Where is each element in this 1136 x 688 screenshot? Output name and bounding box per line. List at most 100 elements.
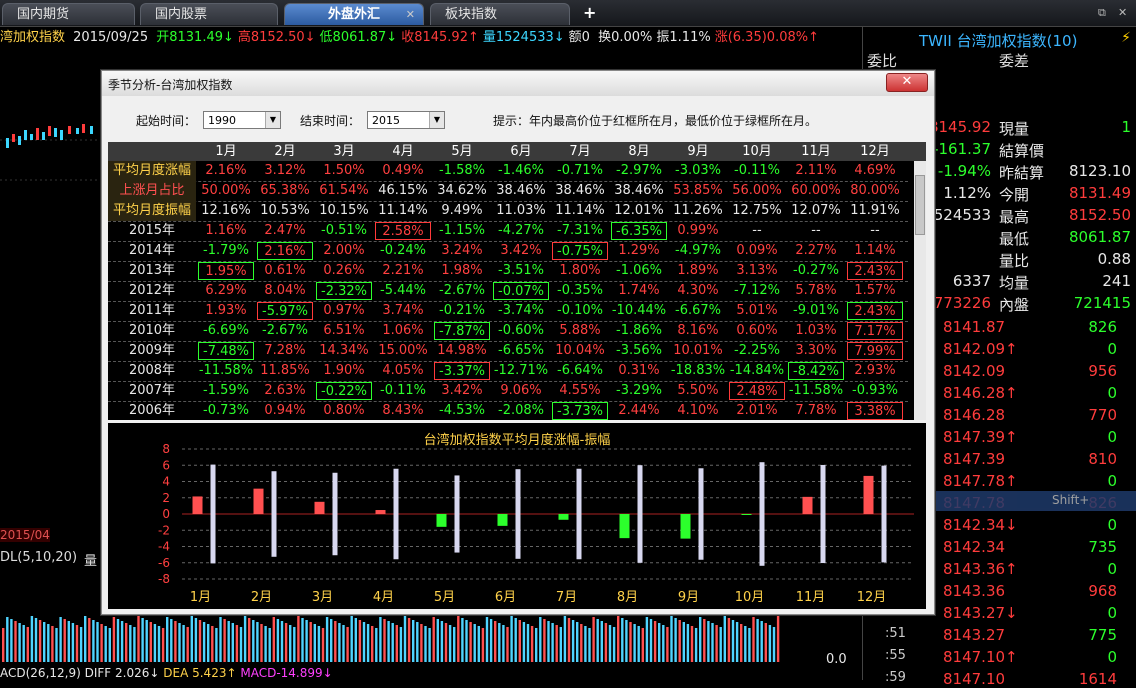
volume-bar bbox=[547, 621, 550, 662]
table-cell: -3.51% bbox=[498, 263, 544, 278]
volume-bar bbox=[543, 619, 546, 662]
amplitude-bar bbox=[271, 471, 277, 557]
amplitude-bar bbox=[454, 475, 460, 553]
table-cell: 5.78% bbox=[795, 283, 837, 298]
tick-volume: 0 bbox=[1107, 384, 1117, 402]
dialog-close-button[interactable]: ✕ bbox=[886, 73, 928, 92]
table-cell: 1.98% bbox=[441, 263, 483, 278]
change: 涨(6.35)0.08%↑ bbox=[714, 30, 819, 45]
table-cell: -0.60% bbox=[498, 323, 544, 338]
table-cell: 1.95% bbox=[198, 262, 254, 280]
volume-bar bbox=[149, 622, 152, 662]
volume-bars bbox=[2, 616, 780, 662]
volume-bar bbox=[448, 625, 452, 662]
tick-price: 8143.27↓ bbox=[943, 604, 1018, 622]
table-cell: 2.48% bbox=[729, 382, 785, 400]
restore-window-icon[interactable]: ⧉ bbox=[1098, 6, 1106, 20]
table-cell: 1.74% bbox=[618, 283, 660, 298]
tab-domestic-stocks[interactable]: 国内股票 bbox=[140, 3, 278, 25]
table-cell: -0.11% bbox=[734, 163, 780, 178]
volume-bar bbox=[186, 627, 189, 662]
tick-price: 8147.39 bbox=[943, 450, 1006, 468]
volume-bar bbox=[207, 624, 210, 662]
table-cell: -0.51% bbox=[321, 223, 367, 238]
macd-diff: DIFF 2.026↓ bbox=[84, 666, 160, 680]
x-tick-label: 10月 bbox=[735, 590, 765, 605]
table-cell: -0.11% bbox=[380, 383, 426, 398]
close-window-icon[interactable]: ✕ bbox=[1118, 6, 1127, 19]
table-cell: 1.50% bbox=[323, 163, 365, 178]
table-cell: -- bbox=[811, 223, 821, 238]
table-cell: 2.63% bbox=[264, 383, 306, 398]
table-cell: 2.43% bbox=[847, 262, 903, 280]
tab-sector-index[interactable]: 板块指数 bbox=[430, 3, 570, 25]
volume-bar bbox=[268, 628, 271, 662]
volume-bar bbox=[272, 617, 275, 662]
table-cell: -0.10% bbox=[557, 303, 603, 318]
volume-bar bbox=[104, 626, 107, 662]
table-scrollbar[interactable] bbox=[914, 161, 926, 420]
volume-bar bbox=[407, 618, 411, 662]
volume-bar bbox=[108, 628, 111, 662]
table-cell: -1.58% bbox=[439, 163, 485, 178]
row-label: 上涨月占比 bbox=[108, 181, 196, 201]
volume-bar bbox=[744, 626, 747, 662]
amplitude-bar bbox=[515, 469, 521, 559]
table-cell: 1.57% bbox=[854, 283, 896, 298]
table-cell: -- bbox=[870, 223, 880, 238]
month-header: 6月 bbox=[510, 144, 532, 159]
table-cell: 4.10% bbox=[677, 403, 719, 418]
tick-volume: 810 bbox=[1088, 450, 1117, 468]
table-row: 平均月度振幅 12.16% 10.53% 10.15% 11.14% 9.49% 11.03… bbox=[108, 201, 908, 222]
tick-price: 8146.28 bbox=[943, 406, 1006, 424]
volume-bar bbox=[120, 621, 124, 662]
tab-domestic-futures[interactable]: 国内期货 bbox=[2, 3, 135, 25]
table-cell: 1.93% bbox=[205, 303, 247, 318]
volume-bar bbox=[764, 623, 767, 662]
table-cell: -4.27% bbox=[498, 223, 544, 238]
table-cell: 2.44% bbox=[618, 403, 660, 418]
volume-bar bbox=[588, 628, 591, 662]
end-year-select[interactable]: 2015 ▼ bbox=[367, 111, 445, 129]
scrollbar-thumb[interactable] bbox=[915, 175, 925, 235]
table-cell: 1.89% bbox=[677, 263, 719, 278]
volume-bar bbox=[248, 618, 251, 662]
tick-price: 8142.34↓ bbox=[943, 516, 1018, 534]
volume-bar bbox=[346, 627, 349, 662]
volume-bar bbox=[297, 616, 300, 662]
tab-foreign-markets[interactable]: 外盘外汇 ✕ bbox=[284, 3, 424, 25]
table-cell: 2.16% bbox=[205, 163, 247, 178]
table-cell: 2.16% bbox=[257, 242, 313, 260]
hotkey-hint: Shift+ bbox=[1052, 493, 1090, 507]
lightning-icon[interactable]: ⚡ bbox=[1121, 30, 1131, 46]
tick-time: :59 bbox=[885, 670, 906, 685]
volume-bar bbox=[473, 624, 476, 662]
table-cell: 1.03% bbox=[795, 323, 837, 338]
volume-bar bbox=[358, 620, 362, 662]
volume-bar bbox=[457, 616, 460, 662]
table-row: 2006年 -0.73% 0.94% 0.80% 8.43% -4.53% -2.08% -3… bbox=[108, 401, 908, 420]
table-cell: 0.80% bbox=[323, 403, 365, 418]
table-cell: 2.21% bbox=[382, 263, 424, 278]
y-tick-label: 4 bbox=[162, 475, 170, 489]
start-year-select[interactable]: 1990 ▼ bbox=[203, 111, 281, 129]
volume-bar bbox=[567, 618, 571, 662]
volume-bar bbox=[145, 620, 148, 662]
tick-price: 8142.34 bbox=[943, 538, 1006, 556]
volume-bar bbox=[637, 626, 640, 662]
volume-bar bbox=[420, 624, 423, 662]
table-cell: -0.71% bbox=[557, 163, 603, 178]
kline-chart-area[interactable]: 2015/04 DL(5,10,20) 量 bbox=[0, 50, 102, 680]
close-tab-icon[interactable]: ✕ bbox=[406, 4, 415, 26]
volume-bar bbox=[289, 625, 292, 662]
volume-bar bbox=[338, 623, 341, 662]
volume-bar bbox=[309, 622, 312, 662]
volume-bar bbox=[608, 625, 612, 662]
volume-bar bbox=[235, 625, 239, 662]
volume-bar bbox=[539, 617, 542, 662]
table-cell: 9.06% bbox=[500, 383, 542, 398]
volume-bar bbox=[379, 617, 382, 662]
table-cell: -3.74% bbox=[498, 303, 544, 318]
add-tab-button[interactable]: + bbox=[583, 3, 596, 22]
dialog-titlebar[interactable]: 季节分析-台湾加权指数 ✕ bbox=[102, 71, 934, 96]
